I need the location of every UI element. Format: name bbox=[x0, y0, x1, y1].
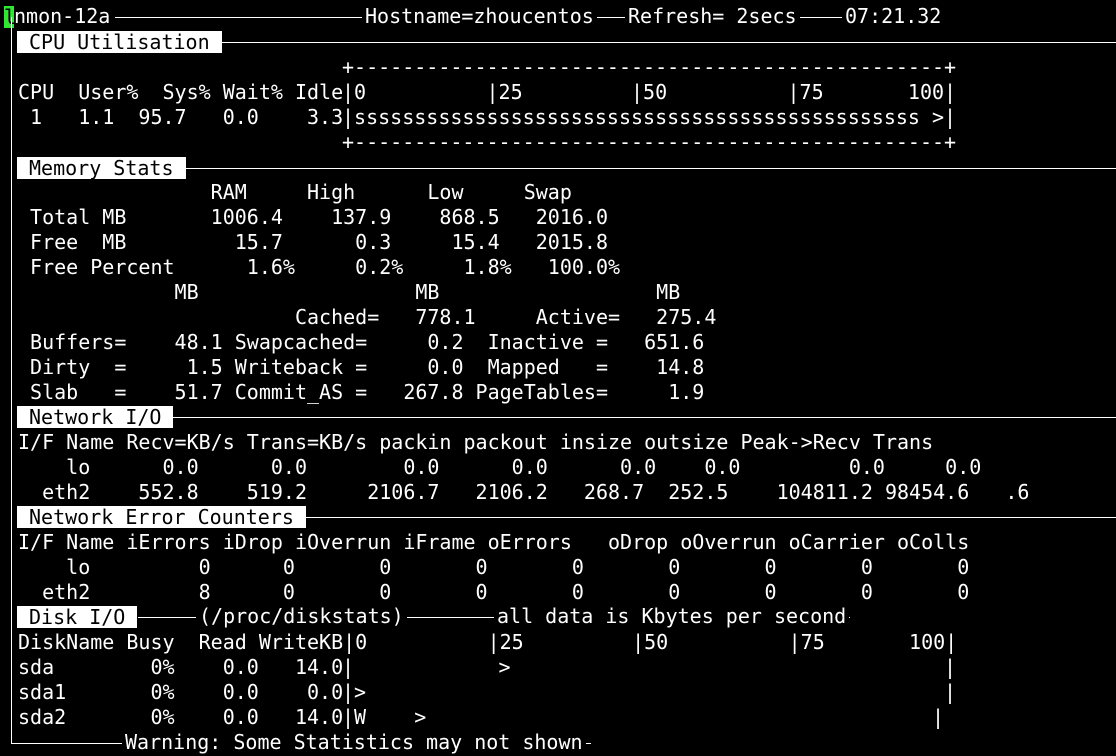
hostname: Hostname=zhoucentos bbox=[362, 4, 597, 29]
clock-time: 07:21.32 bbox=[842, 4, 945, 29]
disk-busy-bar: |W > | bbox=[342, 705, 945, 729]
cpu-header: CPU User% Sys% Wait% Idle bbox=[18, 80, 344, 104]
memory-line: MB MB MB bbox=[18, 280, 681, 304]
disk-busy-bar: |> | bbox=[342, 680, 957, 704]
footer-warning: Warning: Some Statistics may not shown bbox=[122, 730, 586, 755]
disk-row-stats: sda1 0% 0.0 0.0 bbox=[18, 680, 344, 704]
memory-line: Buffers= 48.1 Swapcached= 0.2 Inactive =… bbox=[18, 330, 705, 354]
neterrors-row: eth2 8 0 0 0 0 0 0 0 0 bbox=[18, 580, 970, 604]
network-header: I/F Name Recv=KB/s Trans=KB/s packin pac… bbox=[18, 430, 934, 454]
program-name: nmon-12a bbox=[14, 4, 113, 29]
neterrors-row: lo 0 0 0 0 0 0 0 0 0 bbox=[18, 555, 970, 579]
memory-line: Dirty = 1.5 Writeback = 0.0 Mapped = 14.… bbox=[18, 355, 705, 379]
network-row: eth2 552.8 519.2 2106.7 2106.2 268.7 252… bbox=[18, 480, 1030, 504]
cpu-bar-top-border: +---------------------------------------… bbox=[342, 55, 957, 79]
memory-line: Cached= 778.1 Active= 275.4 bbox=[18, 305, 717, 329]
disk-row-stats: sda 0% 0.0 14.0 bbox=[18, 655, 344, 679]
disk-source: (/proc/diskstats) bbox=[196, 604, 407, 629]
disk-row-stats: sda2 0% 0.0 14.0 bbox=[18, 705, 344, 729]
neterrors-header: I/F Name iErrors iDrop iOverrun iFrame o… bbox=[18, 530, 970, 554]
memory-section-rule bbox=[185, 168, 1116, 169]
cpu-bar-bottom-border: +---------------------------------------… bbox=[342, 130, 957, 154]
disk-section-title: Disk I/O bbox=[17, 606, 138, 628]
cpu-row-stats: 1 1.1 95.7 0.0 3.3 bbox=[18, 105, 344, 129]
left-frame bbox=[11, 17, 12, 744]
refresh-rate: Refresh= 2secs bbox=[625, 4, 800, 29]
memory-line: Total MB 1006.4 137.9 868.5 2016.0 bbox=[18, 205, 609, 229]
disk-units-note: all data is Kbytes per second bbox=[494, 604, 850, 629]
network-section-title: Network I/O bbox=[17, 406, 174, 428]
network-row: lo 0.0 0.0 0.0 0.0 0.0 0.0 0.0 0.0 bbox=[18, 455, 982, 479]
disk-busy-bar: | > | bbox=[342, 655, 957, 679]
nmon-terminal[interactable]: l nmon-12a Hostname=zhoucentos Refresh= … bbox=[0, 0, 1116, 756]
memory-line: RAM High Low Swap bbox=[18, 180, 572, 204]
cpu-scale: |0 |25 |50 |75 100| bbox=[342, 80, 957, 104]
neterrors-section-title: Network Error Counters bbox=[17, 506, 306, 528]
memory-line: Free MB 15.7 0.3 15.4 2015.8 bbox=[18, 230, 609, 254]
cpu-usage-bar: |sssssssssssssssssssssssssssssssssssssss… bbox=[342, 105, 957, 129]
disk-header: DiskName Busy Read WriteKB|0 |25 |50 |75… bbox=[18, 630, 958, 654]
memory-line: Free Percent 1.6% 0.2% 1.8% 100.0% bbox=[18, 255, 621, 279]
network-section-rule bbox=[173, 417, 1116, 418]
cpu-section-rule bbox=[220, 42, 1116, 43]
memory-line: Slab = 51.7 Commit_AS = 267.8 PageTables… bbox=[18, 380, 705, 404]
cpu-section-title: CPU Utilisation bbox=[17, 31, 222, 53]
memory-section-title: Memory Stats bbox=[17, 157, 186, 179]
neterrors-section-rule bbox=[305, 517, 1116, 518]
